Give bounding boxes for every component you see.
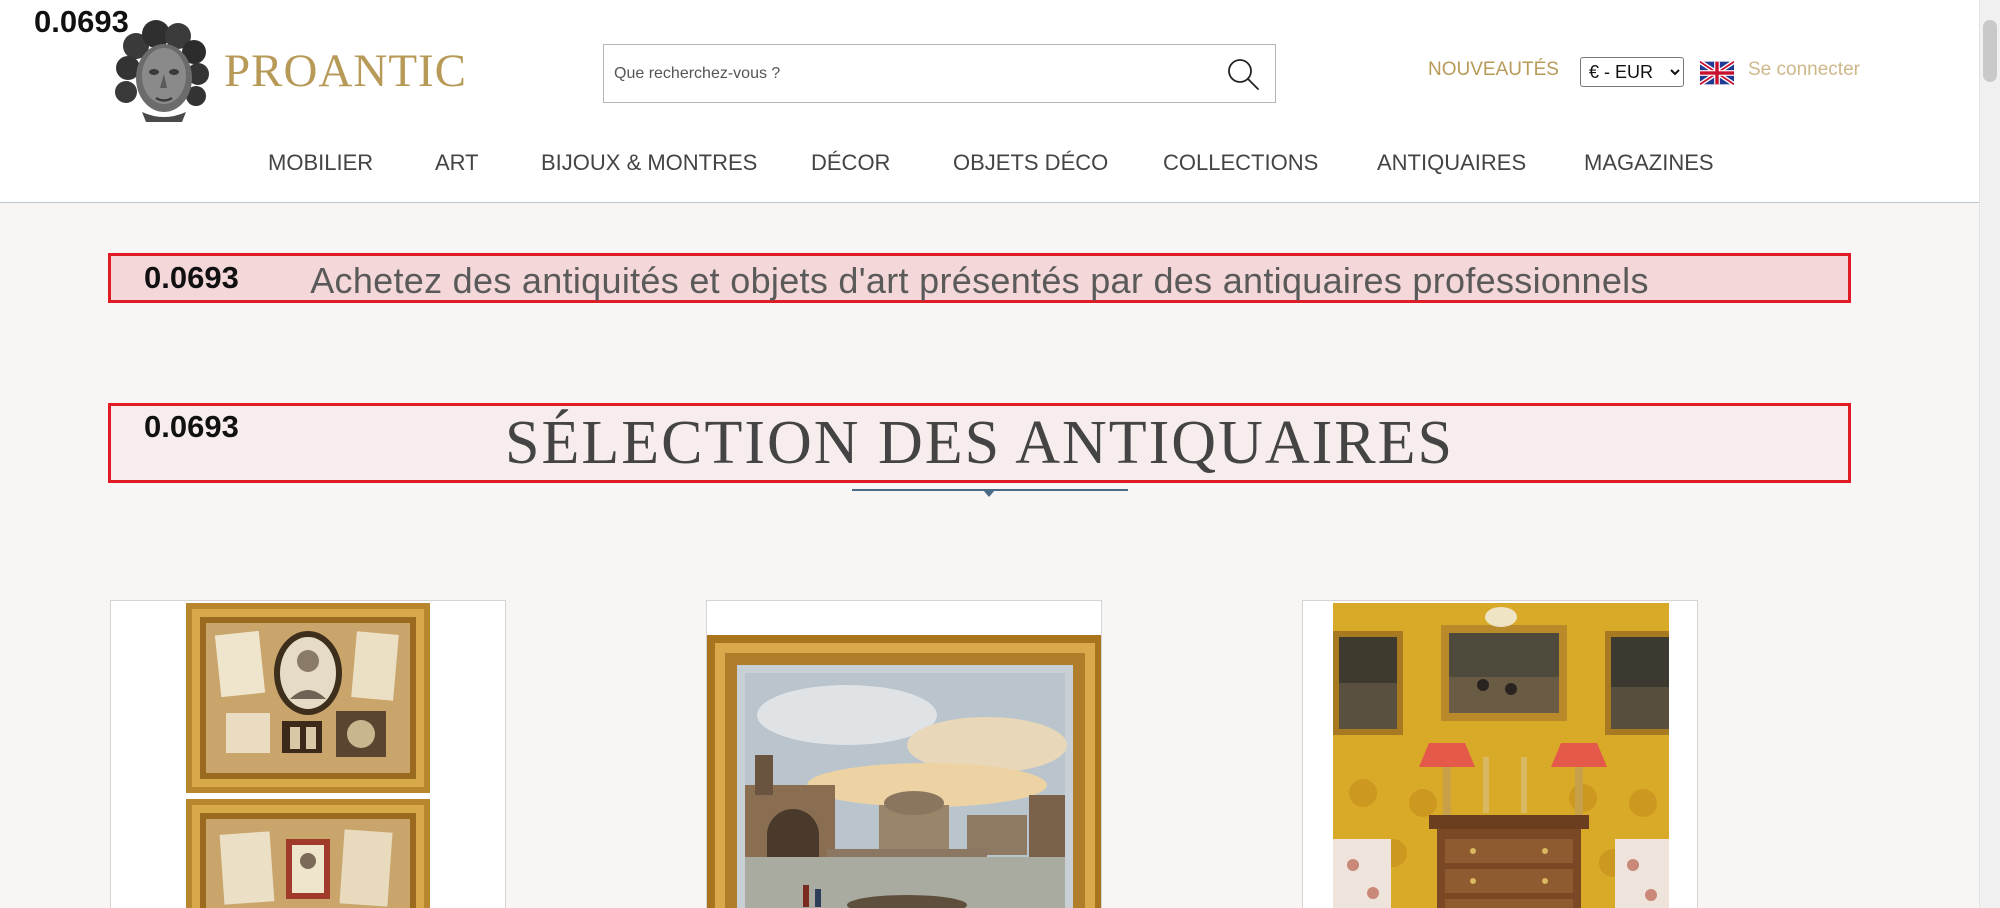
product-card[interactable] (110, 600, 506, 908)
nav-item-bijoux-montres[interactable]: BIJOUX & MONTRES (541, 150, 757, 176)
tagline-highlight-box: 0.0693 Achetez des antiquités et objets … (108, 253, 1851, 303)
nav-item-antiquaires[interactable]: ANTIQUAIRES (1377, 150, 1526, 176)
product-image-trompe-loeil[interactable] (186, 603, 430, 908)
currency-select[interactable]: € - EUR (1580, 57, 1684, 87)
search-box (603, 44, 1276, 103)
logo-text[interactable]: PROANTIC (224, 44, 467, 98)
product-image-interior-commode[interactable] (1333, 603, 1669, 908)
product-card[interactable] (706, 600, 1102, 908)
nav-item-decor[interactable]: DÉCOR (811, 150, 890, 176)
nav-item-magazines[interactable]: MAGAZINES (1584, 150, 1714, 176)
product-card[interactable] (1302, 600, 1698, 908)
product-image-rome-landscape[interactable] (707, 635, 1102, 908)
nav-item-collections[interactable]: COLLECTIONS (1163, 150, 1318, 176)
uk-flag-icon[interactable] (1700, 61, 1734, 85)
page-scrollbar[interactable] (1979, 0, 2000, 908)
tagline: Achetez des antiquités et objets d'art p… (310, 260, 1649, 301)
nav-item-mobilier[interactable]: MOBILIER (268, 150, 373, 176)
nouveautes-link[interactable]: NOUVEAUTÉS (1428, 59, 1559, 81)
search-icon[interactable] (1225, 56, 1261, 92)
nav-item-art[interactable]: ART (435, 150, 479, 176)
section-title-highlight-box: 0.0693 SÉLECTION DES ANTIQUAIRES (108, 403, 1851, 483)
section-title: SÉLECTION DES ANTIQUAIRES (505, 409, 1454, 477)
underline-caret-icon (983, 490, 995, 497)
login-link[interactable]: Se connecter (1748, 59, 1860, 81)
site-header: 0.0693 PROANTIC NOUVEAUTÉS € - EUR (0, 0, 1979, 203)
score-label: 0.0693 (34, 4, 129, 39)
search-input[interactable] (614, 45, 1194, 102)
nav-item-objets-deco[interactable]: OBJETS DÉCO (953, 150, 1108, 176)
scrollbar-thumb[interactable] (1983, 20, 1997, 82)
main-nav: MOBILIER ART BIJOUX & MONTRES DÉCOR OBJE… (0, 150, 1979, 180)
